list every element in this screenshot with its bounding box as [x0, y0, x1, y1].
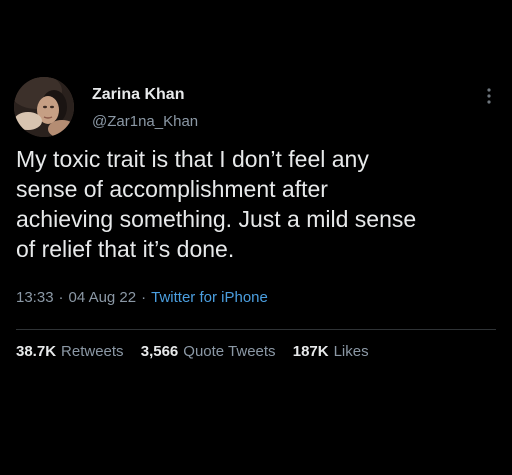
quote-tweets-label: Quote Tweets	[183, 343, 276, 360]
likes-label: Likes	[333, 343, 369, 360]
meta-separator: ·	[141, 289, 147, 306]
quote-tweets-stat[interactable]: 3,566 Quote Tweets	[141, 343, 276, 360]
tweet-date[interactable]: 04 Aug 22	[69, 289, 137, 306]
divider	[16, 329, 496, 330]
likes-stat[interactable]: 187K Likes	[293, 343, 369, 360]
tweet-text-line: of relief that it’s done.	[16, 236, 235, 262]
more-vertical-icon[interactable]	[482, 86, 496, 106]
profile-photo-icon	[14, 77, 74, 137]
tweet-time[interactable]: 13:33	[16, 289, 54, 306]
tweet-text-line: My toxic trait is that I don’t feel any	[16, 146, 369, 172]
retweets-stat[interactable]: 38.7K Retweets	[16, 343, 124, 360]
retweets-count: 38.7K	[16, 343, 57, 360]
tweet-text-line: achieving something. Just a mild sense	[16, 206, 417, 232]
engagement-stats: 38.7K Retweets 3,566 Quote Tweets 187K Like…	[16, 343, 382, 360]
tweet-text: My toxic trait is that I don’t feel any …	[16, 144, 496, 264]
tweet-text-line: sense of accomplishment after	[16, 176, 328, 202]
quote-tweets-count: 3,566	[140, 343, 179, 360]
retweets-label: Retweets	[61, 343, 124, 360]
tweet-metadata: 13:33 · 04 Aug 22 · Twitter for iPhone	[16, 289, 268, 306]
avatar[interactable]	[14, 77, 74, 137]
tweet-source-link[interactable]: Twitter for iPhone	[151, 289, 268, 306]
meta-separator: ·	[58, 289, 64, 306]
author-display-name[interactable]: Zarina Khan	[92, 86, 184, 104]
likes-count: 187K	[292, 343, 329, 360]
author-handle[interactable]: @Zar1na_Khan	[92, 113, 198, 130]
tweet-card: Zarina Khan @Zar1na_Khan My toxic trait …	[0, 0, 512, 475]
